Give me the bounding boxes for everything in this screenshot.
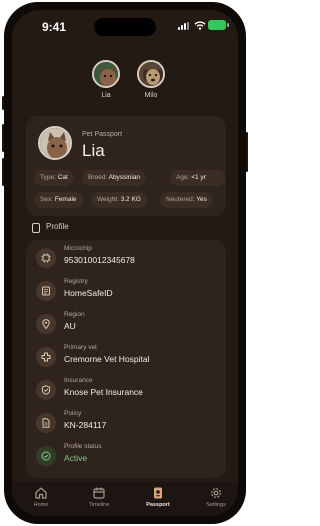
row-label: Primary vet [64,344,97,351]
calendar-icon [93,487,105,499]
chip-key: Weight: [97,196,119,203]
tab-home[interactable]: Home [21,486,61,508]
tab-settings[interactable]: Settings [196,486,236,508]
dog-avatar-icon [137,60,165,88]
chip-value: Cat [57,174,68,181]
row-label: Microchip [64,245,92,252]
tab-label: Passport [146,502,170,508]
list-item-primary-vet: Primary vet Cremorne Vet Hospital [26,341,226,373]
row-value: KN-284117 [64,420,107,430]
chip-key: Sex: [40,196,54,203]
wifi-icon [194,21,206,30]
document-icon [32,223,40,233]
passport-label: Pet Passport [82,131,123,138]
screen: 9:41 Lia Milo Pet Passport Lia Type: Cat… [12,10,238,516]
row-value: AU [64,321,76,331]
signal-icon [178,22,191,30]
row-value: HomeSafeID [64,288,113,298]
row-label: Profile status [64,443,102,450]
pet-switch-lia[interactable]: Lia [89,60,123,99]
pet-switch-milo[interactable]: Milo [134,60,168,99]
phone-frame: 9:41 Lia Milo Pet Passport Lia Type: Cat… [4,2,246,524]
pet-photo [38,126,72,160]
shield-icon [36,380,56,400]
list-item-region: Region AU [26,308,226,340]
chip-value: Abyssinian [108,174,141,181]
registry-icon [36,281,56,301]
row-value: Knose Pet Insurance [64,387,143,397]
microchip-icon [36,248,56,268]
chip-key: Breed: [88,174,108,181]
section-title: Profile [46,222,69,231]
list-item-microchip: Microchip 953010012345678 [26,242,226,274]
status-bar: 9:41 [12,10,238,40]
check-circle-icon [36,446,56,466]
home-icon [35,487,47,499]
pet-switcher: Lia Milo [12,60,238,110]
tab-label: Home [33,502,49,508]
document-icon [36,413,56,433]
chip-value: 3.2 KG [120,196,141,203]
chip-value: Female [54,196,77,203]
attribute-chip-sex: Sex: Female [34,192,83,208]
status-time: 9:41 [42,20,67,34]
chip-value: <1 yr [191,174,206,181]
row-label: Insurance [64,377,93,384]
chip-key: Age: [176,174,190,181]
tab-timeline[interactable]: Timeline [79,486,119,508]
attribute-chip-weight: Weight: 3.2 KG [91,192,147,208]
gear-icon [211,488,221,498]
row-label: Policy [64,410,82,417]
list-item-policy: Policy KN-284117 [26,407,226,439]
row-label: Region [64,311,85,318]
pet-switch-label: Milo [144,92,158,99]
pet-name: Lia [82,141,105,160]
row-value: Cremorne Vet Hospital [64,354,150,364]
list-item-registry: Registry HomeSafeID [26,275,226,307]
attribute-chip-type: Type: Cat [34,170,74,186]
passport-icon [154,487,162,499]
battery-icon [208,20,229,30]
tab-label: Settings [206,502,226,508]
list-item-insurance: Insurance Knose Pet Insurance [26,374,226,406]
tab-label: Timeline [88,502,110,508]
location-pin-icon [36,314,56,334]
chip-key: Neutered: [166,196,195,203]
cat-avatar-icon [92,60,120,88]
vet-icon [36,347,56,367]
passport-card: Pet Passport Lia Type: Cat Breed: Abyssi… [26,116,226,216]
tab-bar: Home Timeline Passport Settings [12,482,238,516]
attribute-chip-breed: Breed: Abyssinian [82,170,147,186]
row-value: 953010012345678 [64,255,135,265]
dynamic-island [94,18,156,36]
attribute-chip-age: Age: <1 yr [170,170,226,186]
pet-switch-label: Lia [101,92,111,99]
profile-list: Microchip 953010012345678 Registry HomeS… [26,240,226,478]
chip-key: Type: [40,174,56,181]
status-value: Active [64,453,88,463]
attribute-chip-neutered: Neutered: Yes [160,192,213,208]
row-label: Registry [64,278,88,285]
list-item-profile-status: Profile status Active [26,440,226,472]
tab-passport[interactable]: Passport [138,486,178,508]
chip-value: Yes [196,196,207,203]
